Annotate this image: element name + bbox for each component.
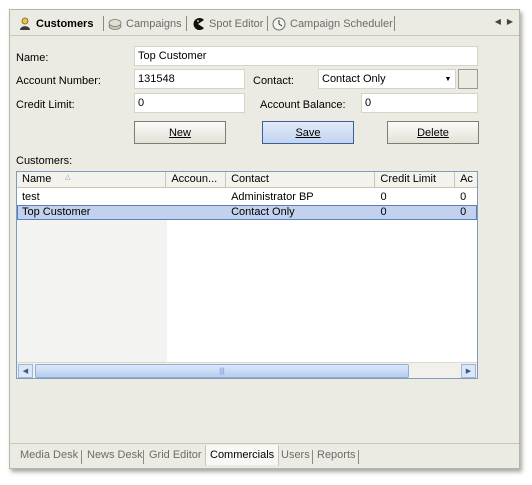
tab-grid-editor[interactable]: Grid Editor: [149, 449, 202, 465]
name-field[interactable]: Top Customer: [134, 46, 478, 66]
account-balance-field[interactable]: 0: [361, 93, 478, 113]
column-header-name[interactable]: Name △: [17, 172, 167, 188]
tab-campaign-scheduler-label: Campaign Scheduler: [290, 17, 393, 30]
tab-news-desk[interactable]: News Desk: [87, 449, 143, 465]
customers-grid[interactable]: Name △ Accoun... Contact Credit Limit Ac…: [16, 171, 478, 379]
scroll-right-icon[interactable]: ▶: [507, 17, 513, 26]
tab-campaigns-label: Campaigns: [126, 17, 182, 30]
column-header-ac[interactable]: Ac: [455, 172, 477, 188]
tab-media-desk[interactable]: Media Desk: [20, 449, 78, 465]
credit-limit-label: Credit Limit:: [16, 99, 75, 111]
contact-label: Contact:: [253, 75, 294, 87]
new-button[interactable]: New: [134, 121, 226, 144]
coins-icon: [108, 18, 122, 30]
chevron-down-icon[interactable]: ▼: [441, 70, 455, 88]
column-header-credit-limit[interactable]: Credit Limit: [375, 172, 456, 188]
contact-select[interactable]: Contact Only ▼: [318, 69, 456, 89]
horizontal-scrollbar[interactable]: ◀ ||| ▶: [17, 362, 477, 378]
table-row-selected[interactable]: Top Customer Contact Only 0 0: [17, 205, 477, 220]
tab-campaigns[interactable]: Campaigns: [108, 15, 182, 32]
column-header-account[interactable]: Accoun...: [166, 172, 227, 188]
tab-customers[interactable]: Customers: [18, 15, 93, 32]
scrollbar-thumb[interactable]: |||: [35, 364, 409, 378]
tab-users[interactable]: Users: [281, 449, 310, 465]
customers-label: Customers:: [16, 155, 73, 167]
clock-icon: [272, 17, 286, 30]
top-tab-bar: Customers Campaigns Spot Editor Campaign: [10, 10, 519, 36]
account-balance-label: Account Balance:: [260, 99, 346, 111]
delete-button[interactable]: Delete: [387, 121, 479, 144]
tab-commercials[interactable]: Commercials: [205, 445, 280, 467]
tab-scroll-arrows: ◀ ▶: [495, 17, 513, 26]
tab-campaign-scheduler[interactable]: Campaign Scheduler: [272, 15, 393, 32]
scroll-left-arrow-icon[interactable]: ◀: [18, 364, 33, 378]
save-button[interactable]: Save: [262, 121, 354, 144]
tab-reports[interactable]: Reports: [317, 449, 356, 465]
column-header-contact[interactable]: Contact: [226, 172, 376, 188]
scroll-left-icon[interactable]: ◀: [495, 17, 501, 26]
pacman-icon: [193, 17, 204, 30]
tab-spot-editor[interactable]: Spot Editor: [191, 15, 263, 32]
table-row[interactable]: test Administrator BP 0 0: [17, 190, 477, 205]
contact-select-value: Contact Only: [322, 73, 386, 85]
person-icon: [20, 17, 30, 30]
contact-edit-button[interactable]: [458, 69, 478, 89]
name-label: Name:: [16, 52, 49, 64]
tab-customers-label: Customers: [36, 17, 94, 30]
scroll-right-arrow-icon[interactable]: ▶: [461, 364, 476, 378]
grid-header: Name △ Accoun... Contact Credit Limit Ac: [17, 172, 477, 188]
tab-spot-editor-label: Spot Editor: [209, 17, 264, 30]
bottom-tab-bar: Media Desk News Desk Grid Editor Commerc…: [10, 443, 519, 468]
account-number-field[interactable]: 131548: [134, 69, 245, 89]
main-window: Customers Campaigns Spot Editor Campaign: [9, 9, 520, 469]
account-number-label: Account Number:: [16, 75, 101, 87]
credit-limit-field[interactable]: 0: [134, 93, 245, 113]
sort-ascending-icon: △: [65, 174, 71, 181]
